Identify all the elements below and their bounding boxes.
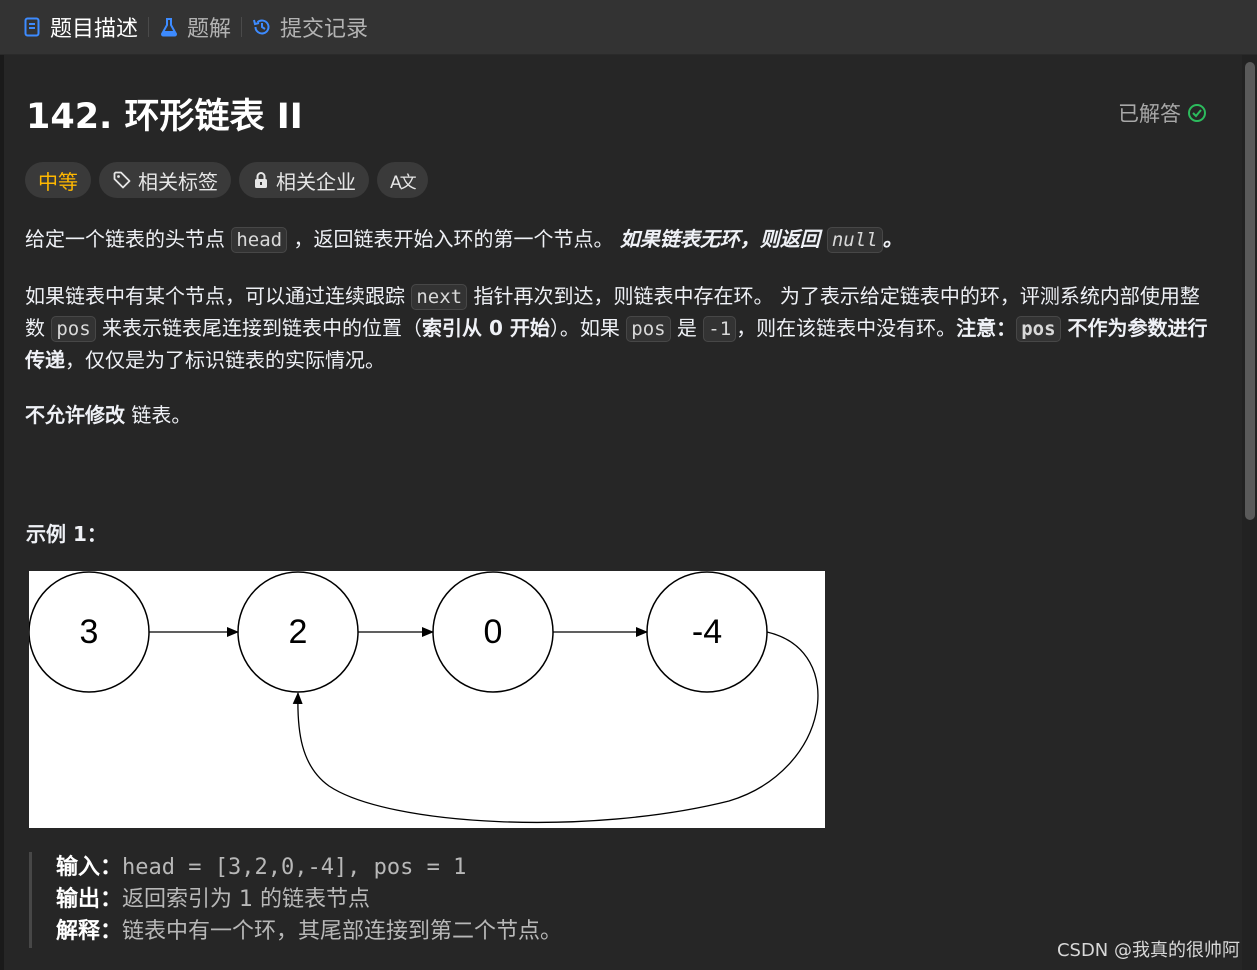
node-value: -4 bbox=[692, 613, 722, 651]
description-paragraph-1: 给定一个链表的头节点 head ，返回链表开始入环的第一个节点。 如果链表无环，… bbox=[25, 227, 903, 253]
list-node: 3 bbox=[28, 571, 150, 693]
example-output: 输出：返回索引为 1 的链表节点 bbox=[56, 887, 370, 912]
description-paragraph-3: 不允许修改 链表。 bbox=[25, 403, 192, 427]
inline-code-next: next bbox=[411, 284, 468, 310]
related-tags-button[interactable]: 相关标签 bbox=[99, 162, 231, 198]
linked-list-diagram: 3 2 0 -4 bbox=[28, 571, 825, 828]
node-value: 2 bbox=[289, 613, 308, 651]
problem-title: 142. 环形链表 II bbox=[26, 97, 303, 137]
node-value: 0 bbox=[484, 613, 503, 651]
related-tags-label: 相关标签 bbox=[138, 169, 218, 194]
scrollbar-thumb[interactable] bbox=[1245, 62, 1255, 520]
linked-list-svg: 3 2 0 -4 bbox=[28, 571, 819, 824]
tab-solutions[interactable]: 题解 bbox=[149, 0, 241, 54]
tab-description[interactable]: 题目描述 bbox=[0, 0, 148, 54]
document-icon bbox=[22, 17, 42, 37]
translate-icon: A文 bbox=[390, 172, 417, 193]
tab-bar: 题目描述 题解 提交记录 bbox=[0, 0, 1257, 55]
node-value: 3 bbox=[80, 613, 99, 651]
csdn-watermark: CSDN @我真的很帅阿 bbox=[1056, 940, 1240, 961]
example-io-block: 输入：head = [3,2,0,-4], pos = 1 输出：返回索引为 1… bbox=[29, 852, 956, 948]
inline-code-head: head bbox=[231, 227, 288, 253]
solved-status: 已解答 bbox=[1118, 98, 1207, 128]
translate-button[interactable]: A文 bbox=[377, 162, 428, 198]
tab-submissions[interactable]: 提交记录 bbox=[242, 0, 378, 54]
tab-submissions-label: 提交记录 bbox=[280, 17, 369, 42]
example-explanation: 解释：链表中有一个环，其尾部连接到第二个节点。 bbox=[56, 919, 563, 944]
related-companies-label: 相关企业 bbox=[276, 169, 356, 194]
solved-label: 已解答 bbox=[1118, 102, 1181, 126]
example-title: 示例 1： bbox=[26, 522, 107, 546]
list-node: -4 bbox=[646, 571, 768, 693]
tab-solutions-label: 题解 bbox=[187, 17, 232, 42]
related-companies-button[interactable]: 相关企业 bbox=[239, 162, 369, 198]
tag-icon bbox=[112, 170, 132, 190]
lock-icon bbox=[252, 171, 270, 189]
inline-code-pos: pos bbox=[51, 316, 96, 342]
history-icon bbox=[252, 17, 272, 37]
difficulty-label: 中等 bbox=[38, 169, 78, 194]
description-paragraph-2: 如果链表中有某个节点，可以通过连续跟踪 next 指针再次到达，则链表中存在环。… bbox=[25, 284, 1208, 372]
list-node: 2 bbox=[237, 571, 359, 693]
tab-description-label: 题目描述 bbox=[50, 17, 139, 42]
example-input: 输入：head = [3,2,0,-4], pos = 1 bbox=[56, 855, 467, 880]
flask-icon bbox=[159, 17, 179, 37]
tag-row: 中等 相关标签 相关企业 A文 bbox=[25, 162, 428, 198]
difficulty-badge: 中等 bbox=[25, 162, 91, 198]
check-circle-icon bbox=[1187, 103, 1207, 123]
inline-code-null: null bbox=[826, 227, 883, 253]
inline-code-pos: pos bbox=[1016, 316, 1061, 342]
inline-code-pos: pos bbox=[626, 316, 671, 342]
inline-code-minus-one: -1 bbox=[703, 316, 737, 342]
list-node: 0 bbox=[432, 571, 554, 693]
